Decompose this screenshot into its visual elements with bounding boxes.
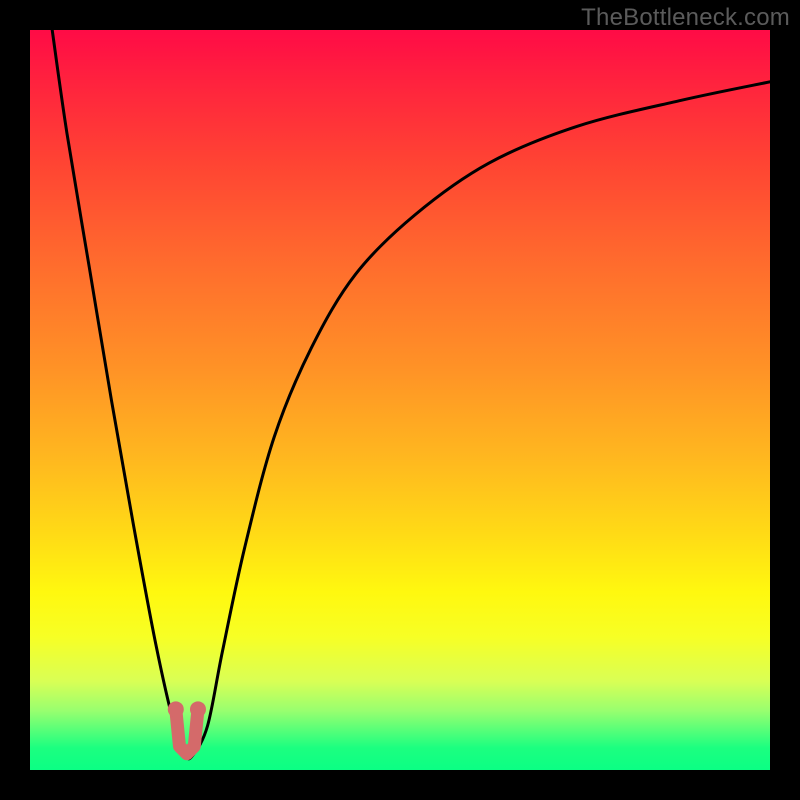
plot-area — [30, 30, 770, 770]
min-marker-dot-left — [168, 701, 184, 717]
min-marker-dot-right — [190, 701, 206, 717]
chart-frame: TheBottleneck.com — [0, 0, 800, 800]
bottleneck-curve — [52, 30, 770, 759]
curve-layer — [30, 30, 770, 770]
watermark-text: TheBottleneck.com — [581, 4, 790, 32]
